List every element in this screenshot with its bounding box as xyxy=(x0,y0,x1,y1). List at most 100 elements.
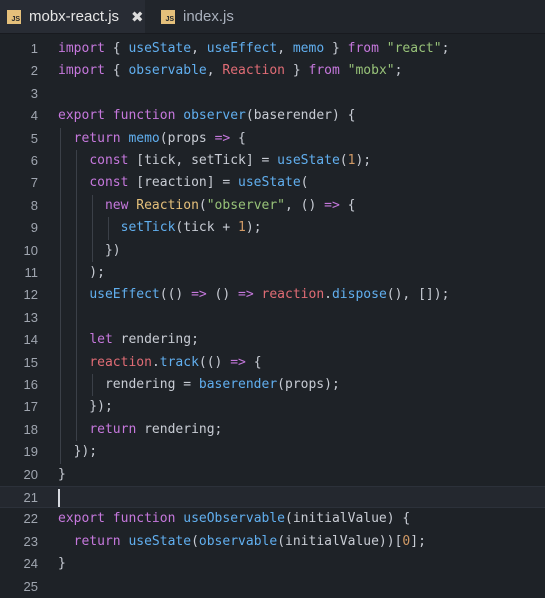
code-token: Reaction xyxy=(222,63,286,79)
tab-label: mobx-react.js xyxy=(29,8,120,25)
line-number: 20 xyxy=(23,466,38,482)
code-text: return memo(props => { xyxy=(58,128,246,150)
code-token: export xyxy=(58,511,105,527)
code-token: import xyxy=(58,41,105,56)
code-token: ( xyxy=(300,175,309,191)
code-line[interactable]: 16 rendering = baserender(props); xyxy=(0,374,545,396)
code-line[interactable]: 3 xyxy=(0,83,545,105)
code-line[interactable]: 21 xyxy=(0,486,545,508)
code-line[interactable]: 19 }); xyxy=(0,441,545,463)
tab-mobx-react[interactable]: JS mobx-react.js ✖ xyxy=(0,0,145,33)
code-token: return xyxy=(73,130,121,146)
code-line[interactable]: 18 return rendering; xyxy=(0,419,545,441)
code-token: [reaction] = xyxy=(128,175,239,191)
code-line[interactable]: 2 import { observable, Reaction } from "m… xyxy=(0,60,545,82)
code-text: ); xyxy=(58,262,105,284)
code-line[interactable]: 22 export function useObservable(initialV… xyxy=(0,508,545,530)
code-token: (), []); xyxy=(386,287,450,303)
code-line[interactable]: 20} xyxy=(0,464,545,486)
close-icon[interactable]: ✖ xyxy=(131,8,144,26)
code-line[interactable]: 13 xyxy=(0,307,545,329)
code-token: export xyxy=(58,108,105,124)
code-line[interactable]: 11 ); xyxy=(0,262,545,284)
code-token: { xyxy=(104,63,129,79)
indent-guide xyxy=(60,127,61,464)
code-line[interactable]: 17 }); xyxy=(0,396,545,418)
code-text: setTick(tick + 1); xyxy=(58,217,262,239)
code-token: ( xyxy=(191,533,199,549)
code-editor[interactable]: 1 import { useState, useEffect, memo } fr… xyxy=(0,34,545,594)
code-text: const [tick, setTick] = useState(1); xyxy=(58,150,371,172)
code-token: reaction xyxy=(89,354,152,370)
code-token: [tick, setTick] = xyxy=(128,153,278,168)
code-token: new xyxy=(104,197,129,213)
code-line[interactable]: 9 setTick(tick + 1); xyxy=(0,217,545,239)
code-token: } xyxy=(58,466,66,482)
code-text: } xyxy=(58,464,66,486)
code-token: . xyxy=(151,354,160,370)
code-line[interactable]: 7 const [reaction] = useState( xyxy=(0,172,545,194)
code-token: . xyxy=(324,287,332,303)
code-token: { xyxy=(104,41,129,56)
js-file-icon: JS xyxy=(7,9,21,24)
code-line[interactable]: 5 return memo(props => { xyxy=(0,128,545,150)
code-text: } xyxy=(58,553,66,575)
code-text: }); xyxy=(58,441,98,463)
code-token: rendering = xyxy=(58,377,199,392)
code-token: } xyxy=(324,41,348,56)
line-number: 24 xyxy=(23,556,38,572)
code-token: , xyxy=(277,41,293,56)
code-line[interactable]: 15 reaction.track(() => { xyxy=(0,352,545,374)
code-token: "react" xyxy=(386,41,442,56)
code-line[interactable]: 6 const [tick, setTick] = useState(1); xyxy=(0,150,545,172)
code-token: (() xyxy=(159,287,192,303)
tab-label: index.js xyxy=(183,8,234,25)
line-number: 13 xyxy=(23,309,38,325)
code-text: const [reaction] = useState( xyxy=(58,172,308,194)
code-token: 1 xyxy=(238,220,246,236)
line-number: 2 xyxy=(30,63,38,79)
code-token: { xyxy=(230,130,246,146)
code-token: "observer" xyxy=(206,197,286,213)
tab-index[interactable]: JS index.js xyxy=(155,0,295,33)
code-text: return rendering; xyxy=(58,419,222,441)
code-token: }) xyxy=(58,242,121,258)
code-token: reaction xyxy=(261,287,325,303)
code-line[interactable]: 24} xyxy=(0,553,545,575)
code-token: , xyxy=(206,63,223,79)
code-line[interactable]: 14 let rendering; xyxy=(0,329,545,351)
code-token: , xyxy=(191,41,207,56)
code-text: }) xyxy=(58,240,121,262)
line-number: 10 xyxy=(23,242,38,258)
code-token: { xyxy=(339,197,356,213)
code-token: (initialValue))[ xyxy=(277,533,403,549)
code-line[interactable]: 25 xyxy=(0,576,545,598)
line-number: 25 xyxy=(23,578,38,594)
code-token: function xyxy=(112,511,176,527)
code-token: (tick + xyxy=(175,220,239,236)
code-line[interactable]: 23 return useState(observable(initialVal… xyxy=(0,531,545,553)
line-number: 1 xyxy=(30,41,38,56)
line-number: 12 xyxy=(23,287,38,303)
code-token: dispose xyxy=(331,287,387,303)
code-token: () xyxy=(206,287,239,303)
code-token: { xyxy=(245,354,262,370)
code-line[interactable]: 4 export function observer(baserender) { xyxy=(0,105,545,127)
line-number: 22 xyxy=(23,511,38,527)
code-line[interactable]: 1 import { useState, useEffect, memo } fr… xyxy=(0,38,545,60)
code-line[interactable]: 12 useEffect(() => () => reaction.dispos… xyxy=(0,284,545,306)
code-token: , () xyxy=(285,197,325,213)
indent-guide xyxy=(92,374,93,397)
indent-guide xyxy=(108,217,109,240)
code-token: (() xyxy=(198,354,231,370)
code-line[interactable]: 8 new Reaction("observer", () => { xyxy=(0,195,545,217)
code-line[interactable]: 10 }) xyxy=(0,240,545,262)
